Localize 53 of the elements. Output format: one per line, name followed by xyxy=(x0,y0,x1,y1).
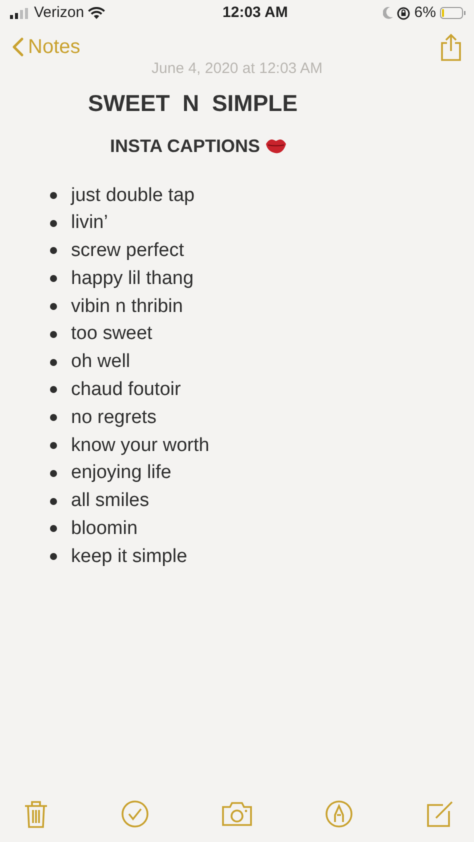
list-item: bloomin xyxy=(71,517,138,542)
carrier-name: Verizon xyxy=(34,2,84,23)
bullet-icon xyxy=(50,498,57,505)
camera-icon xyxy=(222,802,252,826)
bullet-icon xyxy=(50,553,57,560)
moon-icon xyxy=(383,7,394,19)
pen-tip-circle-icon xyxy=(325,800,353,828)
bullet-icon xyxy=(50,247,57,254)
compose-button[interactable] xyxy=(426,800,454,828)
list-item: screw perfect xyxy=(71,239,184,264)
bullet-icon xyxy=(50,303,57,310)
battery-percent: 6% xyxy=(414,2,436,23)
list-item: just double tap xyxy=(71,184,195,208)
list-item: know your worth xyxy=(71,434,210,458)
list-item: livin’ xyxy=(71,211,108,236)
trash-icon xyxy=(24,800,48,828)
bullet-icon xyxy=(50,525,57,532)
note-subtitle: INSTA CAPTIONS xyxy=(110,134,260,158)
bullet-icon xyxy=(50,386,57,394)
bullet-icon xyxy=(50,442,57,450)
list-item: vibin n thribin xyxy=(71,294,183,319)
bullet-icon xyxy=(50,358,57,366)
bullet-icon xyxy=(50,275,57,282)
wifi-icon xyxy=(88,7,106,19)
list-item: happy lil thang xyxy=(71,266,194,291)
share-icon xyxy=(440,33,462,61)
list-item: enjoying life xyxy=(71,461,172,486)
battery-icon xyxy=(440,7,466,19)
list-item: keep it simple xyxy=(71,544,188,569)
bullet-icon xyxy=(50,220,57,227)
list-item: chaud foutoir xyxy=(71,378,181,402)
back-button[interactable]: Notes xyxy=(12,32,80,62)
list-item: all smiles xyxy=(71,489,150,514)
list-item: no regrets xyxy=(71,406,157,430)
bullet-icon xyxy=(50,192,57,199)
markup-button[interactable] xyxy=(325,800,353,828)
delete-button[interactable] xyxy=(24,800,48,828)
camera-button[interactable] xyxy=(222,802,252,826)
note-title: SWEET N SIMPLE xyxy=(88,89,299,118)
checklist-button[interactable] xyxy=(121,800,149,828)
status-time: 12:03 AM xyxy=(222,2,288,23)
list-item: oh well xyxy=(71,350,130,374)
compose-icon xyxy=(426,800,454,828)
bullet-icon xyxy=(50,330,57,338)
checkmark-circle-icon xyxy=(121,800,149,828)
chevron-left-icon xyxy=(12,37,24,57)
list-item: too sweet xyxy=(71,322,152,346)
bullet-icon xyxy=(50,414,57,422)
bullet-icon xyxy=(50,470,57,477)
lips-icon xyxy=(264,137,288,155)
signal-icon xyxy=(10,8,30,18)
share-button[interactable] xyxy=(440,33,462,61)
rotation-lock-icon xyxy=(397,6,410,20)
